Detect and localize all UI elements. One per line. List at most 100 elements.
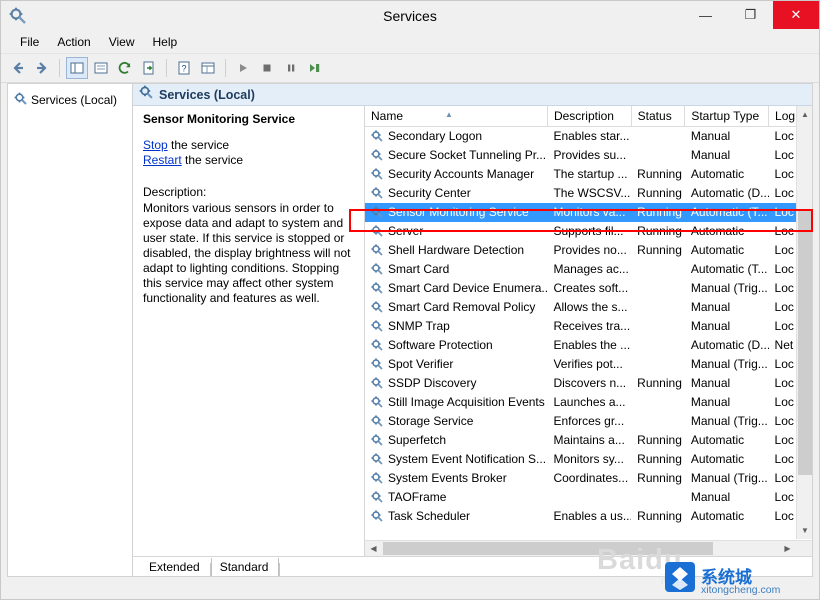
table-row[interactable]: Server Supports fil... Running Automatic Loc — [365, 222, 812, 241]
service-gear-icon — [371, 396, 383, 408]
refresh-button[interactable] — [114, 57, 136, 79]
table-row[interactable]: Smart Card Device Enumera... Creates soft… — [365, 279, 812, 298]
stop-service-button[interactable] — [256, 57, 278, 79]
menu-bar: File Action View Help — [1, 31, 819, 54]
horizontal-scroll-thumb[interactable] — [383, 542, 713, 555]
table-row[interactable]: Storage Service Enforces gr... Manual (Tri… — [365, 412, 812, 431]
cell-service-name: Sensor Monitoring Service — [365, 202, 548, 222]
console-tree-pane: Services (Local) — [8, 84, 133, 576]
table-row[interactable]: Smart Card Removal Policy Allows the s...… — [365, 298, 812, 317]
maximize-button[interactable]: ❐ — [728, 1, 773, 29]
cell-service-name: Smart Card Removal Policy — [365, 298, 547, 317]
table-row[interactable]: Smart Card Manages ac... Automatic (T... Lo… — [365, 260, 812, 279]
column-name-label: Name — [371, 109, 404, 123]
table-row[interactable]: SNMP Trap Receives tra... Manual Loc — [365, 317, 812, 336]
scroll-up-arrow[interactable]: ▲ — [797, 106, 812, 123]
service-gear-icon — [371, 339, 383, 351]
column-description[interactable]: Description — [547, 106, 632, 127]
vertical-scrollbar[interactable]: ▲ ▼ — [796, 106, 812, 539]
back-button[interactable] — [7, 57, 29, 79]
help-button[interactable]: ? — [173, 57, 195, 79]
cell-startup-type: Automatic — [690, 224, 745, 238]
scroll-right-arrow[interactable]: ▶ — [779, 541, 796, 556]
cell-description: Provides no... — [553, 243, 627, 257]
service-gear-icon — [371, 491, 383, 503]
cell-startup-type: Automatic — [690, 433, 745, 447]
menu-file[interactable]: File — [11, 33, 48, 51]
start-service-button[interactable] — [232, 57, 254, 79]
restart-service-link[interactable]: Restart — [143, 153, 182, 167]
table-row[interactable]: Superfetch Maintains a... Running Automatic… — [365, 431, 812, 450]
table-row[interactable]: System Event Notification S... Monitors s… — [365, 450, 812, 469]
cell-startup-type: Manual (Trig... — [690, 471, 768, 485]
cell-service-name: Still Image Acquisition Events — [365, 393, 547, 412]
pane-content: Sensor Monitoring Service Stop the servi… — [133, 106, 812, 556]
service-gear-icon — [371, 149, 383, 161]
scroll-left-arrow[interactable]: ◀ — [365, 541, 382, 556]
pane-header: Services (Local) — [133, 84, 812, 106]
tree-item-services-local[interactable]: Services (Local) — [12, 90, 128, 110]
cell-status: Running — [637, 186, 682, 200]
column-name[interactable]: Name ▲ — [365, 106, 548, 127]
cell-description: Receives tra... — [553, 319, 631, 333]
horizontal-scrollbar[interactable]: ◀ ▶ — [365, 540, 812, 556]
pause-service-button[interactable] — [280, 57, 302, 79]
properties-button[interactable] — [90, 57, 112, 79]
cell-service-name: Task Scheduler — [365, 507, 547, 526]
table-row[interactable]: Still Image Acquisition Events Launches a… — [365, 393, 812, 412]
table-row[interactable]: Secure Socket Tunneling Pr... Provides su… — [365, 146, 812, 165]
tab-standard[interactable]: Standard — [210, 558, 280, 576]
show-tree-button[interactable] — [66, 57, 88, 79]
scroll-down-arrow[interactable]: ▼ — [797, 522, 812, 539]
menu-help[interactable]: Help — [144, 33, 187, 51]
services-table-body: Secondary Logon Enables star... Manual Loc S… — [365, 127, 812, 526]
cell-service-name: Storage Service — [365, 412, 547, 431]
tab-extended[interactable]: Extended — [141, 558, 210, 576]
cell-status — [631, 146, 685, 165]
service-name-label: Secondary Logon — [388, 129, 483, 144]
table-row[interactable]: Task Scheduler Enables a us... Running Auto… — [365, 507, 812, 526]
details-pane: Services (Local) Sensor Monitoring Servi… — [133, 84, 812, 576]
table-header-row: Name ▲ Description Status Startup Type L… — [365, 106, 812, 127]
cell-status: Running — [637, 224, 682, 238]
table-row[interactable]: TAOFrame Manual Loc — [365, 488, 812, 507]
close-button[interactable]: ✕ — [773, 1, 819, 29]
service-gear-icon — [371, 320, 383, 332]
menu-action[interactable]: Action — [48, 33, 99, 51]
cell-startup-type: Automatic — [690, 167, 745, 181]
table-row[interactable]: Software Protection Enables the ... Automa… — [365, 336, 812, 355]
services-node-icon — [14, 92, 27, 108]
menu-view[interactable]: View — [100, 33, 144, 51]
vertical-scroll-thumb[interactable] — [798, 210, 812, 475]
service-detail-column: Sensor Monitoring Service Stop the servi… — [133, 106, 365, 556]
table-row[interactable]: Security Center The WSCSV... Running Automa… — [365, 184, 812, 203]
cell-startup-type: Automatic (D... — [690, 338, 769, 352]
table-row[interactable]: SSDP Discovery Discovers n... Running Manua… — [365, 374, 812, 393]
table-row[interactable]: Shell Hardware Detection Provides no... Ru… — [365, 241, 812, 260]
cell-status: Running — [637, 471, 682, 485]
stop-service-link[interactable]: Stop — [143, 138, 168, 152]
service-name-label: System Event Notification S... — [388, 452, 547, 466]
table-row[interactable]: Sensor Monitoring Service Monitors va... R… — [365, 202, 812, 222]
table-row[interactable]: Spot Verifier Verifies pot... Manual (Trig… — [365, 355, 812, 374]
services-window: Services — ❐ ✕ File Action View Help ? S… — [0, 0, 820, 600]
column-startup-type[interactable]: Startup Type — [684, 106, 770, 127]
service-name-label: Superfetch — [388, 433, 447, 447]
cell-description: Enables star... — [553, 129, 630, 144]
cell-description: Maintains a... — [553, 433, 625, 447]
table-row[interactable]: System Events Broker Coordinates... Runnin… — [365, 469, 812, 488]
list-view-button[interactable] — [197, 57, 219, 79]
column-status[interactable]: Status — [631, 106, 686, 127]
cell-startup-type: Manual — [690, 129, 731, 144]
cell-description: Monitors sy... — [553, 452, 624, 466]
table-row[interactable]: Secondary Logon Enables star... Manual Loc — [365, 127, 812, 146]
service-gear-icon — [371, 472, 383, 484]
minimize-button[interactable]: — — [683, 1, 728, 29]
cell-status: Running — [637, 433, 682, 447]
export-list-button[interactable] — [138, 57, 160, 79]
cell-status — [631, 488, 685, 507]
restart-service-button[interactable] — [304, 57, 326, 79]
forward-button[interactable] — [31, 57, 53, 79]
cell-service-name: TAOFrame — [365, 488, 547, 507]
table-row[interactable]: Security Accounts Manager The startup ...… — [365, 165, 812, 184]
